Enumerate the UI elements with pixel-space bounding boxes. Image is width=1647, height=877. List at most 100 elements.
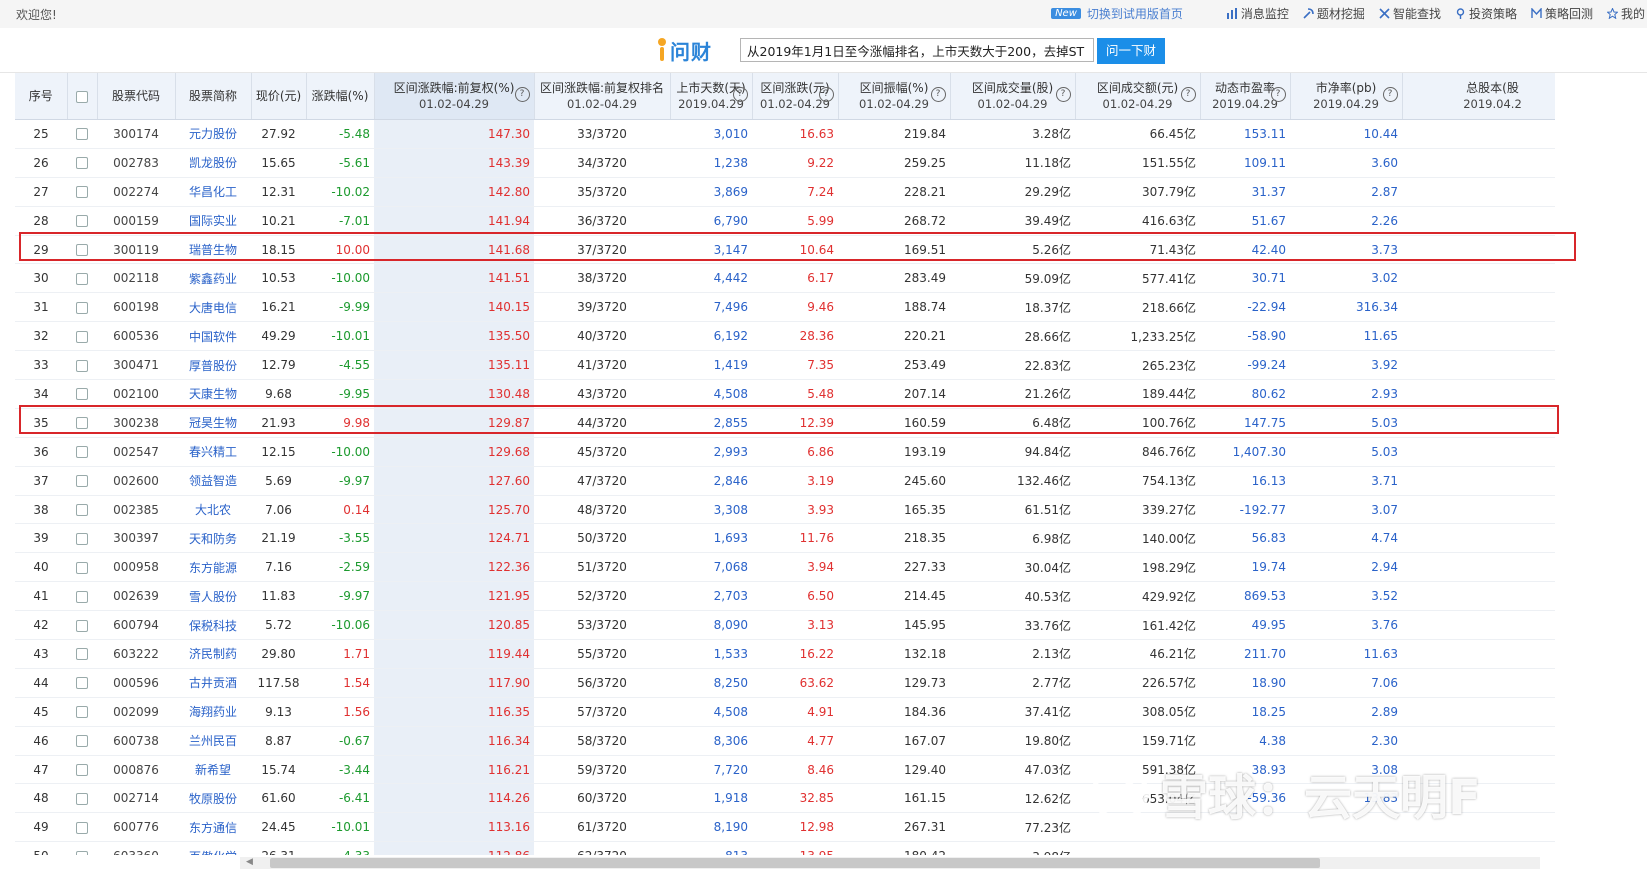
cell-code[interactable]: 002639 (97, 581, 175, 612)
cell-select[interactable] (67, 523, 97, 554)
column-header-14[interactable]: 市净率(pb) 2019.04.29? (1290, 73, 1403, 120)
cell-name[interactable]: 雪人股份 (175, 581, 251, 612)
row-checkbox[interactable] (76, 792, 88, 805)
cell-code[interactable]: 002274 (97, 177, 175, 207)
cell-name[interactable]: 大北农 (175, 495, 251, 525)
cell-select[interactable] (67, 812, 97, 843)
help-icon[interactable]: ? (1382, 87, 1398, 102)
row-checkbox[interactable] (76, 475, 88, 488)
row-checkbox[interactable] (76, 128, 88, 141)
column-header-5[interactable]: 涨跌幅(%) (306, 73, 375, 120)
cell-code[interactable]: 002783 (97, 148, 175, 178)
row-checkbox[interactable] (76, 821, 88, 834)
cell-select[interactable] (67, 119, 97, 149)
cell-name[interactable]: 领益智造 (175, 466, 251, 496)
row-checkbox[interactable] (76, 532, 88, 545)
cell-select[interactable] (67, 495, 97, 525)
iwencai-logo[interactable]: 问财 (656, 34, 712, 66)
row-checkbox[interactable] (76, 417, 88, 430)
table-row[interactable]: 27 002274 华昌化工 12.31 -10.02 142.80 35/3720 3,86… (15, 177, 1555, 207)
table-row[interactable]: 50 603360百傲化学26.31-4.33112.8662/372081313… (15, 841, 1555, 855)
table-row[interactable]: 32 600536 中国软件 49.29 -10.01 135.50 40/3720 6,19… (15, 321, 1555, 352)
cell-code[interactable]: 300174 (97, 119, 175, 149)
help-icon[interactable]: ? (1055, 87, 1071, 102)
cell-name[interactable]: 紫鑫药业 (175, 263, 251, 294)
column-header-3[interactable]: 股票简称 (175, 73, 252, 120)
cell-select[interactable] (67, 292, 97, 323)
row-checkbox[interactable] (76, 619, 88, 632)
nav-smart-search[interactable]: 智能查找 (1379, 5, 1441, 22)
row-checkbox[interactable] (76, 215, 88, 228)
table-row[interactable]: 29 300119 瑞普生物 18.15 10.00 141.68 37/3720 3,147… (15, 235, 1555, 265)
cell-select[interactable] (67, 148, 97, 178)
table-row[interactable]: 25 300174 元力股份 27.92 -5.48 147.30 33/3720 3,010… (15, 119, 1555, 149)
cell-code[interactable]: 002118 (97, 263, 175, 294)
row-checkbox[interactable] (76, 244, 88, 256)
row-checkbox[interactable] (76, 330, 88, 343)
cell-name[interactable]: 大唐电信 (175, 292, 251, 323)
row-checkbox[interactable] (76, 590, 88, 603)
column-header-1[interactable] (67, 73, 98, 120)
cell-code[interactable]: 002100 (97, 379, 175, 409)
nav-message-monitor[interactable]: 消息监控 (1226, 5, 1289, 22)
cell-code[interactable]: 002385 (97, 495, 175, 525)
cell-name[interactable]: 春兴精工 (175, 437, 251, 467)
cell-name[interactable]: 百傲化学 (175, 841, 251, 855)
row-checkbox[interactable] (76, 359, 88, 372)
search-input[interactable] (740, 38, 1094, 62)
cell-select[interactable] (67, 466, 97, 496)
table-row[interactable]: 31 600198 大唐电信 16.21 -9.99 140.15 39/3720 7,496… (15, 292, 1555, 323)
row-checkbox[interactable] (76, 735, 88, 748)
scroll-left-icon[interactable]: ◀ (246, 857, 253, 867)
nav-theme-mining[interactable]: 题材挖掘 (1303, 5, 1365, 22)
cell-name[interactable]: 新希望 (175, 755, 251, 785)
table-row[interactable]: 36 002547 春兴精工 12.15 -10.00 129.68 45/3720 2,99… (15, 437, 1555, 467)
cell-select[interactable] (67, 755, 97, 785)
cell-select[interactable] (67, 206, 97, 236)
row-checkbox[interactable] (76, 561, 88, 574)
row-checkbox[interactable] (76, 388, 88, 401)
ask-button[interactable]: 问一下财 (1097, 38, 1165, 64)
column-header-15[interactable]: 总股本(股 2019.04.2 (1402, 73, 1555, 120)
cell-select[interactable] (67, 552, 97, 583)
cell-code[interactable]: 000876 (97, 755, 175, 785)
column-header-6[interactable]: 区间涨跌幅:前复权(%) 01.02-04.29? (374, 73, 535, 120)
column-header-10[interactable]: 区间振幅(%) 01.02-04.29? (838, 73, 951, 120)
cell-name[interactable]: 济民制药 (175, 639, 251, 669)
table-row[interactable]: 30 002118 紫鑫药业 10.53 -10.00 141.51 38/3720 4,44… (15, 263, 1555, 294)
cell-name[interactable]: 古井贡酒 (175, 668, 251, 698)
cell-code[interactable]: 002099 (97, 697, 175, 727)
column-header-4[interactable]: 现价(元) (251, 73, 307, 120)
cell-select[interactable] (67, 408, 97, 438)
row-checkbox[interactable] (76, 706, 88, 719)
row-checkbox[interactable] (76, 504, 88, 517)
results-table-wrap[interactable]: 序号 股票代码 股票简称 现价(元) 涨跌幅(%) 区间涨跌幅:前复权(%) 01.02-0… (15, 73, 1555, 855)
table-row[interactable]: 34 002100 天康生物 9.68 -9.95 130.48 43/3720 4,508 5… (15, 379, 1555, 409)
cell-code[interactable]: 600198 (97, 292, 175, 323)
cell-code[interactable]: 000596 (97, 668, 175, 698)
table-row[interactable]: 41 002639 雪人股份 11.83 -9.97 121.95 52/3720 2,703… (15, 581, 1555, 612)
cell-code[interactable]: 603360 (97, 841, 175, 855)
table-row[interactable]: 45 002099 海翔药业 9.13 1.56 116.35 57/3720 4,508 4.… (15, 697, 1555, 727)
row-checkbox[interactable] (76, 301, 88, 314)
cell-name[interactable]: 牧原股份 (175, 783, 251, 814)
table-row[interactable]: 46 600738 兰州民百 8.87 -0.67 116.34 58/3720 8,306 4… (15, 726, 1555, 756)
cell-name[interactable]: 东方通信 (175, 812, 251, 843)
help-icon[interactable]: ? (818, 87, 834, 102)
cell-name[interactable]: 天康生物 (175, 379, 251, 409)
table-row[interactable]: 38 002385 大北农 7.06 0.14 125.70 48/3720 3,308 3.9… (15, 495, 1555, 525)
cell-select[interactable] (67, 726, 97, 756)
row-checkbox[interactable] (76, 186, 88, 199)
help-icon[interactable]: ? (514, 87, 530, 102)
table-row[interactable]: 33 300471 厚普股份 12.79 -4.55 135.11 41/3720 1,419… (15, 350, 1555, 381)
cell-select[interactable] (67, 321, 97, 352)
cell-name[interactable]: 冠昊生物 (175, 408, 251, 438)
cell-code[interactable]: 002600 (97, 466, 175, 496)
cell-name[interactable]: 瑞普生物 (175, 235, 251, 265)
cell-select[interactable] (67, 783, 97, 814)
switch-trial-link[interactable]: 切换到试用版首页 (1087, 5, 1183, 22)
cell-name[interactable]: 华昌化工 (175, 177, 251, 207)
column-header-0[interactable]: 序号 (15, 73, 68, 120)
cell-code[interactable]: 600738 (97, 726, 175, 756)
cell-code[interactable]: 300119 (97, 235, 175, 265)
